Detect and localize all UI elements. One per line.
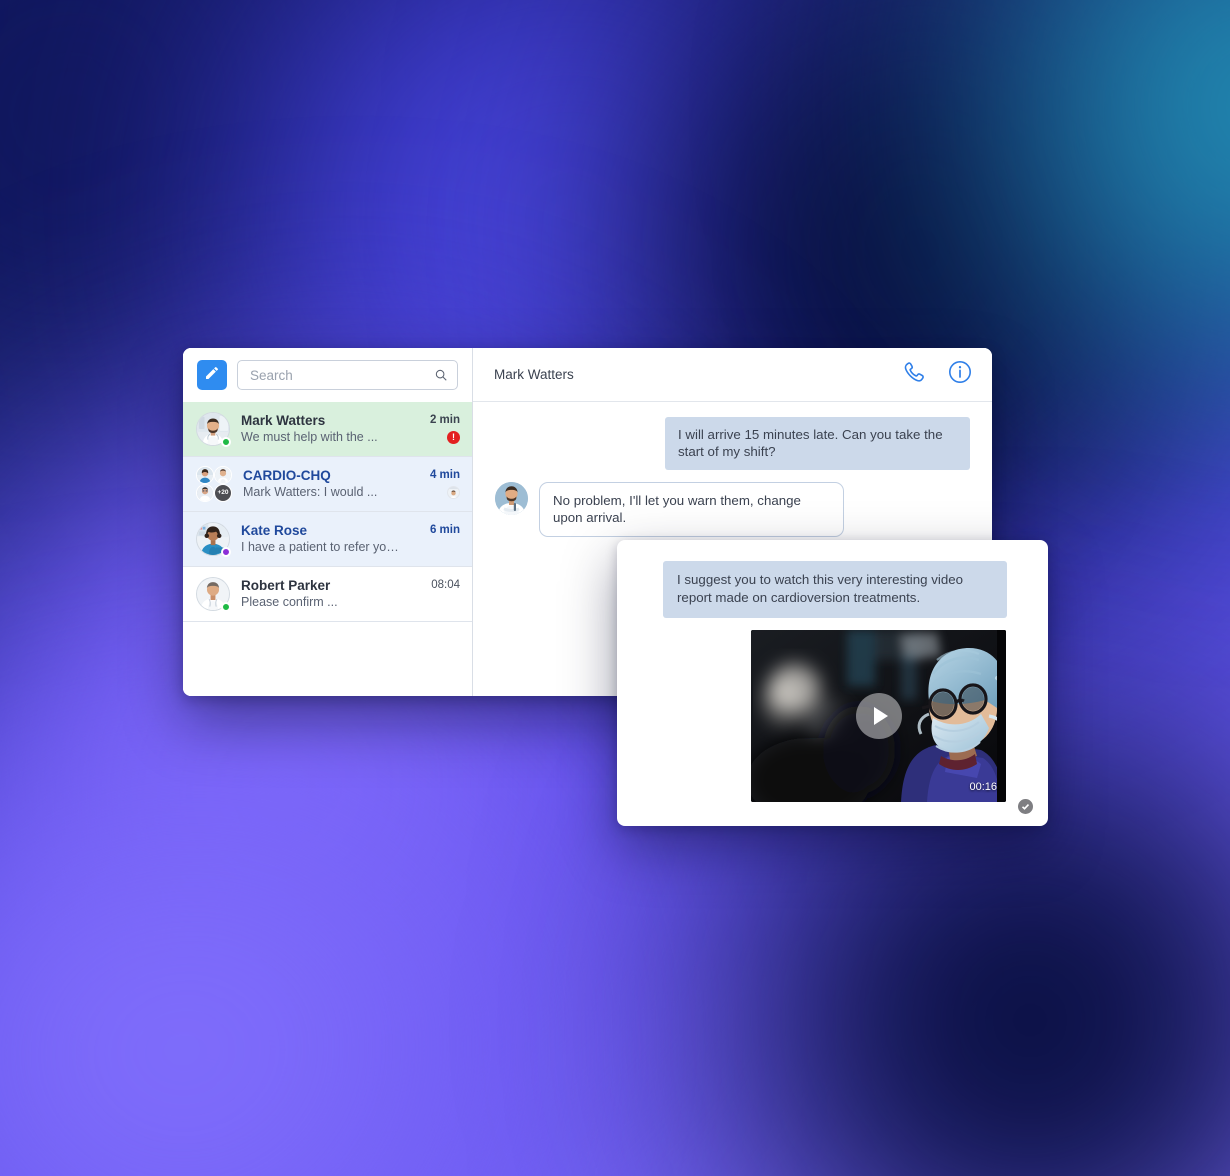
search-box[interactable] (237, 360, 458, 390)
group-avatar-member-1 (196, 466, 214, 484)
conversation-meta: 4 min (414, 469, 460, 499)
avatar (196, 412, 231, 447)
pencil-icon (204, 365, 220, 386)
play-icon (873, 707, 888, 725)
group-avatar-overflow: +20 (214, 484, 232, 502)
conversation-snippet: Please confirm ... (241, 595, 338, 609)
conversation-name: Robert Parker (241, 578, 331, 593)
group-avatar: +20 (196, 466, 232, 502)
chat-header-actions (902, 360, 972, 389)
conversation-text: Robert Parker Please confirm ... (241, 577, 403, 611)
check-circle-icon (1021, 798, 1030, 816)
group-avatar-member-2 (214, 466, 232, 484)
conversation-text: CARDIO-CHQ Mark Watters: I would ... (243, 467, 403, 501)
group-avatar-overflow-count: +20 (217, 489, 229, 496)
conversation-name: Mark Watters (241, 413, 326, 428)
video-message-card: I suggest you to watch this very interes… (617, 540, 1048, 826)
conversation-time: 6 min (429, 524, 460, 536)
compose-button[interactable] (197, 360, 227, 390)
status-badge-alert: ! (447, 431, 460, 444)
conversation-item-robert-parker[interactable]: Robert Parker Please confirm ... 08:04 (183, 567, 472, 622)
conversation-text: Kate Rose I have a patient to refer you … (241, 522, 403, 556)
avatar (196, 577, 231, 612)
conversation-name: CARDIO-CHQ (243, 468, 331, 483)
conversation-time: 2 min (429, 414, 460, 426)
search-icon (434, 368, 448, 382)
call-button[interactable] (902, 360, 926, 389)
conversation-list: Mark Watters We must help with the ... 2… (183, 402, 472, 696)
search-input[interactable] (250, 367, 434, 383)
conversation-snippet: We must help with the ... (241, 430, 378, 444)
read-status-icon (1018, 799, 1033, 814)
message-bubble[interactable]: No problem, I'll let you warn them, chan… (539, 482, 844, 537)
status-dot-busy (221, 547, 231, 557)
conversation-item-kate-rose[interactable]: Kate Rose I have a patient to refer you … (183, 512, 472, 567)
sidebar-toolbar (183, 348, 472, 402)
read-receipt-avatar (447, 486, 460, 499)
message-row-outgoing: I will arrive 15 minutes late. Can you t… (495, 417, 970, 470)
conversation-time: 4 min (429, 469, 460, 481)
phone-icon (902, 360, 926, 389)
conversation-meta: 6 min (414, 524, 460, 554)
info-button[interactable] (948, 360, 972, 389)
conversation-name: Kate Rose (241, 523, 308, 538)
group-avatar-member-3 (196, 484, 214, 502)
status-dot-online (221, 602, 231, 612)
conversation-item-mark-watters[interactable]: Mark Watters We must help with the ... 2… (183, 402, 472, 457)
message-avatar (495, 482, 528, 515)
conversation-meta: 2 min ! (414, 414, 460, 444)
message-bubble[interactable]: I will arrive 15 minutes late. Can you t… (665, 417, 970, 470)
status-dot-online (221, 437, 231, 447)
message-bubble[interactable]: I suggest you to watch this very interes… (663, 561, 1007, 618)
chat-title: Mark Watters (494, 367, 574, 382)
video-attachment[interactable]: 00:16 (751, 630, 1006, 802)
message-row-incoming: No problem, I'll let you warn them, chan… (495, 482, 970, 537)
conversation-snippet: I have a patient to refer you ... (241, 540, 403, 554)
play-button[interactable] (855, 693, 902, 739)
conversation-snippet: Mark Watters: I would ... (243, 485, 378, 499)
conversation-meta: 08:04 (414, 579, 460, 609)
conversation-text: Mark Watters We must help with the ... (241, 412, 403, 446)
avatar (196, 522, 231, 557)
conversation-time: 08:04 (431, 579, 460, 591)
conversation-item-cardio-chq[interactable]: +20 CARDIO-CHQ Mark Watters: I would ...… (183, 457, 472, 512)
conversation-sidebar: Mark Watters We must help with the ... 2… (183, 348, 473, 696)
video-duration: 00:16 (969, 781, 997, 793)
chat-header: Mark Watters (473, 348, 992, 402)
info-circle-icon (948, 360, 972, 389)
